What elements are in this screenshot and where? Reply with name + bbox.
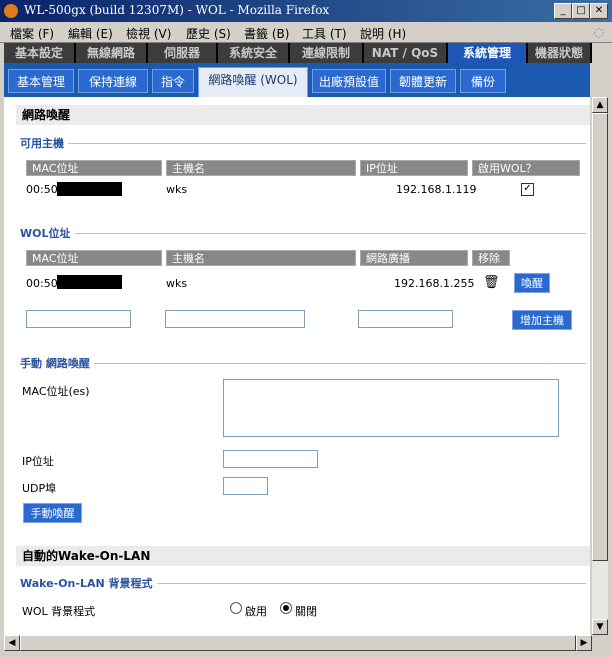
redacted-mac bbox=[57, 182, 122, 196]
minimize-button[interactable]: _ bbox=[554, 3, 572, 19]
firefox-icon bbox=[4, 4, 18, 18]
wol-daemon-label: WOL 背景程式 bbox=[22, 605, 96, 618]
tab-basic-setup[interactable]: 基本設定 bbox=[4, 43, 76, 63]
ip-address-label: IP位址 bbox=[22, 455, 54, 468]
enable-wol-checkbox[interactable]: ✓ bbox=[521, 183, 534, 196]
new-hostname-input[interactable] bbox=[165, 310, 305, 328]
group-divider bbox=[20, 363, 586, 364]
mac-addresses-label: MAC位址(es) bbox=[22, 385, 90, 398]
tab-services[interactable]: 伺服器 bbox=[148, 43, 218, 63]
horizontal-scrollbar[interactable]: ◀ ▶ bbox=[4, 635, 592, 651]
wol-daemon-title: Wake-On-LAN 背景程式 bbox=[20, 575, 157, 591]
scroll-right-arrow-icon[interactable]: ▶ bbox=[576, 635, 592, 651]
vertical-scrollbar[interactable]: ▲ ▼ bbox=[592, 97, 608, 635]
manual-wake-button[interactable]: 手動喚醒 bbox=[23, 503, 82, 523]
udp-port-label: UDP埠 bbox=[22, 482, 57, 495]
available-hosts-title: 可用主機 bbox=[20, 135, 68, 151]
subtab-firmware-upgrade[interactable]: 韌體更新 bbox=[390, 69, 456, 93]
tab-status[interactable]: 機器狀態 bbox=[528, 43, 592, 63]
disable-radio[interactable] bbox=[280, 602, 292, 614]
tab-administration[interactable]: 系統管理 bbox=[448, 43, 528, 63]
main-tabs: 基本設定 無線網路 伺服器 系統安全 連線限制 NAT / QoS 系統管理 機… bbox=[4, 43, 592, 63]
subtab-factory-defaults[interactable]: 出廠預設值 bbox=[312, 69, 386, 93]
content-area: 網路喚醒 可用主機 MAC位址 主機名 IP位址 啟用WOL？ 00:50: w… bbox=[4, 97, 590, 635]
new-broadcast-input[interactable] bbox=[358, 310, 453, 328]
scroll-down-arrow-icon[interactable]: ▼ bbox=[592, 619, 608, 635]
col-header-remove: 移除 bbox=[472, 250, 510, 266]
section-wol-header: 網路喚醒 bbox=[16, 105, 590, 125]
enable-radio-label: 啟用 bbox=[245, 605, 267, 618]
scroll-left-arrow-icon[interactable]: ◀ bbox=[4, 635, 20, 651]
horizontal-scroll-thumb[interactable] bbox=[20, 635, 576, 651]
window-title: WL-500gx (build 12307M) - WOL - Mozilla … bbox=[24, 3, 330, 17]
throbber-icon: ◌ bbox=[593, 25, 604, 39]
menu-bar: 檔案 (F) 編輯 (E) 檢視 (V) 歷史 (S) 書籤 (B) 工具 (T… bbox=[0, 22, 612, 43]
auto-wol-header: 自動的Wake-On-LAN bbox=[16, 546, 590, 566]
title-bar: WL-500gx (build 12307M) - WOL - Mozilla … bbox=[0, 0, 612, 22]
ip-address-input[interactable] bbox=[223, 450, 318, 468]
maximize-button[interactable]: □ bbox=[572, 3, 590, 19]
subtab-management[interactable]: 基本管理 bbox=[8, 69, 74, 93]
menu-edit[interactable]: 編輯 (E) bbox=[68, 25, 113, 42]
wake-button[interactable]: 喚醒 bbox=[514, 273, 550, 293]
tab-security[interactable]: 系統安全 bbox=[218, 43, 290, 63]
wol-addresses-title: WOL位址 bbox=[20, 225, 75, 241]
tab-wireless[interactable]: 無線網路 bbox=[76, 43, 148, 63]
disable-radio-label: 關閉 bbox=[295, 605, 317, 618]
menu-view[interactable]: 檢視 (V) bbox=[126, 25, 171, 42]
scroll-thumb[interactable] bbox=[592, 113, 608, 561]
menu-help[interactable]: 說明 (H) bbox=[360, 25, 406, 42]
col-header-enable-wol: 啟用WOL？ bbox=[472, 160, 580, 176]
menu-history[interactable]: 歷史 (S) bbox=[186, 25, 231, 42]
enable-radio[interactable] bbox=[230, 602, 242, 614]
udp-port-input[interactable] bbox=[223, 477, 268, 495]
menu-file[interactable]: 檔案 (F) bbox=[10, 25, 54, 42]
close-button[interactable]: ✕ bbox=[590, 3, 608, 19]
wol-host-name: wks bbox=[166, 277, 188, 290]
redacted-mac bbox=[57, 275, 122, 289]
col-header-mac: MAC位址 bbox=[26, 160, 162, 176]
col-header-broadcast: 網路廣播 bbox=[360, 250, 468, 266]
mac-addresses-textarea[interactable] bbox=[223, 379, 559, 437]
add-host-button[interactable]: 增加主機 bbox=[512, 310, 572, 330]
subtab-keep-alive[interactable]: 保持連線 bbox=[78, 69, 148, 93]
col-header-ip: IP位址 bbox=[360, 160, 468, 176]
host-ip: 192.168.1.119 bbox=[396, 183, 477, 196]
col-header-mac: MAC位址 bbox=[26, 250, 162, 266]
group-divider bbox=[20, 143, 586, 144]
new-mac-input[interactable] bbox=[26, 310, 131, 328]
scroll-up-arrow-icon[interactable]: ▲ bbox=[592, 97, 608, 113]
subtab-backup[interactable]: 備份 bbox=[460, 69, 506, 93]
wol-broadcast: 192.168.1.255 bbox=[394, 277, 475, 290]
subtab-wol[interactable]: 網路喚醒 (WOL) bbox=[198, 67, 308, 97]
col-header-hostname: 主機名 bbox=[166, 160, 356, 176]
manual-wake-title: 手動 網路喚醒 bbox=[20, 355, 94, 371]
menu-bookmarks[interactable]: 書籤 (B) bbox=[244, 25, 289, 42]
col-header-hostname: 主機名 bbox=[166, 250, 356, 266]
menu-tools[interactable]: 工具 (T) bbox=[302, 25, 347, 42]
tab-nat-qos[interactable]: NAT / QoS bbox=[364, 43, 448, 63]
group-divider bbox=[20, 233, 586, 234]
subtab-commands[interactable]: 指令 bbox=[152, 69, 194, 93]
sub-tabs: 基本管理 保持連線 指令 網路喚醒 (WOL) 出廠預設值 韌體更新 備份 bbox=[4, 63, 590, 97]
trash-icon[interactable]: 🗑 bbox=[483, 275, 500, 290]
host-name: wks bbox=[166, 183, 188, 196]
tab-access-restrictions[interactable]: 連線限制 bbox=[290, 43, 364, 63]
